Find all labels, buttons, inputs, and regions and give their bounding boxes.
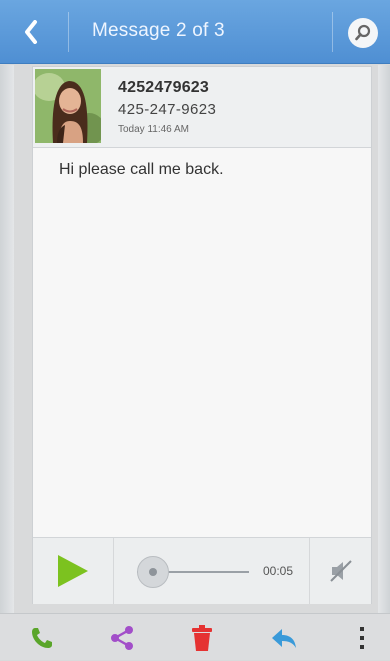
speaker-muted-icon bbox=[330, 560, 352, 582]
duration-label: 00:05 bbox=[263, 564, 294, 578]
share-button[interactable] bbox=[92, 614, 152, 661]
contact-name: 4252479623 bbox=[118, 79, 209, 96]
avatar[interactable] bbox=[35, 69, 101, 143]
trash-icon bbox=[192, 624, 212, 651]
audio-player bbox=[33, 537, 371, 604]
previous-message-edge[interactable] bbox=[0, 65, 14, 613]
reply-icon bbox=[272, 628, 296, 648]
contact-number: 425-247-9623 bbox=[118, 101, 217, 118]
share-icon bbox=[111, 625, 133, 650]
call-button[interactable] bbox=[12, 614, 72, 661]
message-body: Hi please call me back. bbox=[59, 161, 224, 178]
reply-button[interactable] bbox=[254, 614, 314, 661]
phone-icon bbox=[32, 627, 52, 648]
search-button[interactable] bbox=[348, 18, 378, 48]
chevron-left-icon bbox=[25, 20, 37, 44]
overflow-menu-button[interactable] bbox=[332, 614, 390, 661]
delete-button[interactable] bbox=[172, 614, 232, 661]
mute-button[interactable] bbox=[309, 538, 372, 604]
divider bbox=[332, 12, 333, 52]
action-bar bbox=[0, 613, 390, 660]
search-icon bbox=[355, 24, 371, 41]
message-card: 4252479623 425-247-9623 Today 11:46 AM H… bbox=[32, 66, 372, 604]
seek-handle[interactable] bbox=[137, 556, 169, 588]
next-message-edge[interactable] bbox=[378, 65, 390, 613]
play-button[interactable] bbox=[33, 538, 114, 604]
contact-header: 4252479623 425-247-9623 Today 11:46 AM bbox=[33, 67, 371, 148]
play-icon bbox=[58, 555, 88, 587]
page-title: Message 2 of 3 bbox=[92, 20, 225, 41]
back-button[interactable] bbox=[16, 14, 46, 50]
more-vertical-icon bbox=[360, 626, 364, 649]
divider bbox=[68, 12, 69, 52]
message-time: Today 11:46 AM bbox=[118, 124, 189, 135]
top-bar: Message 2 of 3 bbox=[0, 0, 390, 64]
